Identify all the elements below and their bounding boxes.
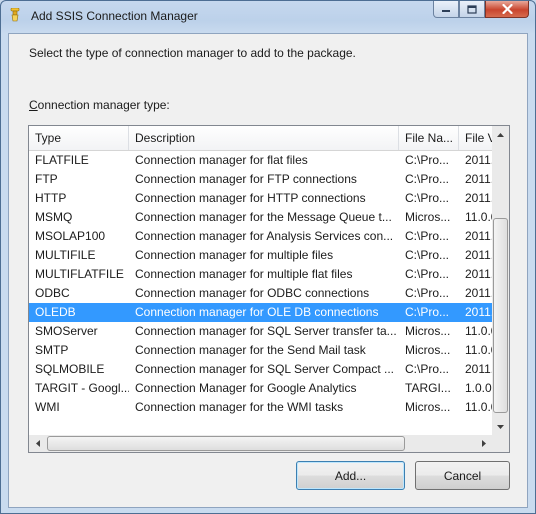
cell-description: Connection manager for the Message Queue… <box>135 210 392 224</box>
cell-type: SQLMOBILE <box>35 362 105 376</box>
cell-type: MULTIFILE <box>35 248 96 262</box>
table-row[interactable]: SMOServer Connection manager for SQL Serv… <box>29 322 497 341</box>
table-row[interactable]: MULTIFLATFILE Connection manager for mult… <box>29 265 494 284</box>
scroll-down-button[interactable] <box>492 418 509 435</box>
add-button[interactable]: Add... <box>296 461 405 490</box>
horizontal-scroll-thumb[interactable] <box>47 436 405 451</box>
ssis-package-icon <box>10 8 20 22</box>
cell-file-name: C:\Pro... <box>405 286 450 300</box>
cell-type: SMOServer <box>35 324 98 338</box>
cell-file-name: C:\Pro... <box>405 172 450 186</box>
vertical-scroll-thumb[interactable] <box>493 218 508 413</box>
table-row[interactable]: ODBC Connection manager for ODBC connecti… <box>29 284 494 303</box>
list-label-mnemonic: C <box>29 98 38 112</box>
cell-file-name: Micros... <box>405 324 451 338</box>
list-label: Connection manager type: <box>29 98 170 112</box>
window-title: Add SSIS Connection Manager <box>31 9 198 23</box>
cell-type: ODBC <box>35 286 70 300</box>
cancel-button[interactable]: Cancel <box>415 461 510 490</box>
table-row[interactable]: WMI Connection manager for the WMI tasks M… <box>29 398 497 417</box>
cell-description: Connection Manager for Google Analytics <box>135 381 357 395</box>
column-header-description[interactable]: Description <box>129 126 399 150</box>
cell-description: Connection manager for SQL Server Compac… <box>135 362 395 376</box>
cell-description: Connection manager for multiple flat fil… <box>135 267 353 281</box>
vertical-scrollbar[interactable] <box>492 126 509 435</box>
cell-type: WMI <box>35 400 60 414</box>
cell-description: Connection manager for HTTP connections <box>135 191 366 205</box>
table-row[interactable]: OLEDB Connection manager for OLE DB conne… <box>29 303 494 322</box>
cell-description: Connection manager for OLE DB connection… <box>135 305 379 319</box>
cell-file-name: C:\Pro... <box>405 191 450 205</box>
table-row[interactable]: SMTP Connection manager for the Send Mail… <box>29 341 497 360</box>
cell-file-name: C:\Pro... <box>405 362 450 376</box>
cell-type: FTP <box>35 172 58 186</box>
column-header-type[interactable]: Type <box>29 126 129 150</box>
cell-file-name: Micros... <box>405 210 451 224</box>
table-row[interactable]: SQLMOBILE Connection manager for SQL Serv… <box>29 360 494 379</box>
minimize-icon <box>442 10 450 12</box>
close-button[interactable] <box>485 1 529 18</box>
cell-file-name: C:\Pro... <box>405 305 450 319</box>
cell-type: OLEDB <box>35 305 76 319</box>
table-row[interactable]: FTP Connection manager for FTP connection… <box>29 170 494 189</box>
maximize-button[interactable] <box>459 1 485 18</box>
cell-description: Connection manager for the Send Mail tas… <box>135 343 366 357</box>
column-header-file-name[interactable]: File Na... <box>399 126 459 150</box>
scroll-up-button[interactable] <box>492 126 509 143</box>
cell-type: MSMQ <box>35 210 73 224</box>
cell-description: Connection manager for flat files <box>135 153 308 167</box>
maximize-icon <box>467 4 477 14</box>
table-row[interactable]: FLATFILE Connection manager for flat file… <box>29 151 494 170</box>
minimize-button[interactable] <box>433 1 459 18</box>
cell-description: Connection manager for FTP connections <box>135 172 357 186</box>
dialog-window: Add SSIS Connection Manager Select the t… <box>0 0 536 514</box>
dialog-body: Select the type of connection manager to… <box>8 33 528 508</box>
table-row[interactable]: HTTP Connection manager for HTTP connecti… <box>29 189 494 208</box>
table-row[interactable]: MSMQ Connection manager for the Message Q… <box>29 208 497 227</box>
close-icon <box>501 4 513 14</box>
chevron-up-icon <box>497 132 504 137</box>
chevron-left-icon <box>35 440 40 447</box>
cell-file-name: Micros... <box>405 400 451 414</box>
caption-buttons <box>433 1 529 21</box>
cell-type: TARGIT - Googl... <box>35 381 129 395</box>
list-rows: FLATFILE Connection manager for flat file… <box>29 151 497 417</box>
cell-file-name: TARGI... <box>405 381 451 395</box>
cell-description: Connection manager for multiple files <box>135 248 334 262</box>
scroll-left-button[interactable] <box>29 435 46 452</box>
horizontal-scrollbar[interactable] <box>29 435 492 452</box>
cell-type: MULTIFLATFILE <box>35 267 124 281</box>
list-header: Type Description File Na... File V <box>29 126 496 151</box>
instruction-text: Select the type of connection manager to… <box>29 46 356 60</box>
table-row[interactable]: MSOLAP100 Connection manager for Analysis… <box>29 227 494 246</box>
cell-type: HTTP <box>35 191 67 205</box>
cell-description: Connection manager for the WMI tasks <box>135 400 344 414</box>
cell-file-name: C:\Pro... <box>405 153 450 167</box>
connection-type-list[interactable]: Type Description File Na... File V FLATF… <box>28 125 510 453</box>
table-row[interactable]: MULTIFILE Connection manager for multiple… <box>29 246 494 265</box>
list-label-text: onnection manager type: <box>37 98 170 112</box>
cell-type: SMTP <box>35 343 69 357</box>
cell-file-name: C:\Pro... <box>405 229 450 243</box>
title-bar[interactable]: Add SSIS Connection Manager <box>1 1 535 33</box>
cell-description: Connection manager for SQL Server transf… <box>135 324 397 338</box>
chevron-right-icon <box>481 440 486 447</box>
cell-description: Connection manager for Analysis Services… <box>135 229 394 243</box>
cell-type: FLATFILE <box>35 153 89 167</box>
cell-file-name: Micros... <box>405 343 451 357</box>
cell-description: Connection manager for ODBC connections <box>135 286 370 300</box>
scrollbar-corner <box>492 435 509 452</box>
table-row[interactable]: TARGIT - Googl... Connection Manager for … <box>29 379 495 398</box>
chevron-down-icon <box>497 424 504 429</box>
cell-type: MSOLAP100 <box>35 229 106 243</box>
cell-file-name: C:\Pro... <box>405 248 450 262</box>
scroll-right-button[interactable] <box>475 435 492 452</box>
cell-file-name: C:\Pro... <box>405 267 450 281</box>
